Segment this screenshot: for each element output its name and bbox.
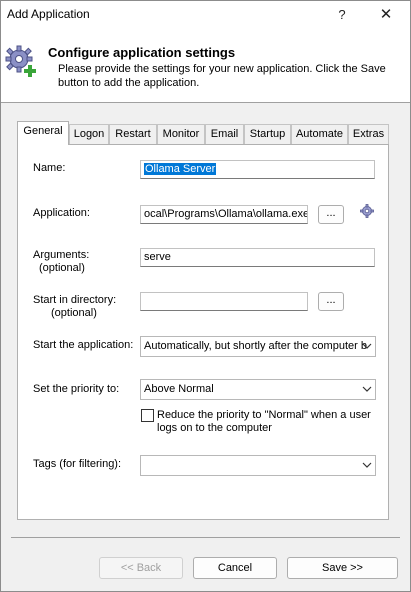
start-dir-field[interactable] <box>140 292 308 311</box>
window-title: Add Application <box>7 7 90 21</box>
start-app-value: Automatically, but shortly after the com… <box>144 340 367 352</box>
start-dir-browse-button[interactable]: ... <box>318 292 344 311</box>
arguments-optional-label: (optional) <box>39 262 85 274</box>
gear-add-icon <box>5 45 36 77</box>
reduce-priority-label: Reduce the priority to "Normal" when a u… <box>157 409 371 434</box>
start-dir-optional-label: (optional) <box>51 307 97 319</box>
reduce-priority-checkbox[interactable] <box>141 409 154 422</box>
name-field[interactable]: Ollama Server <box>140 160 375 179</box>
tags-dropdown[interactable] <box>140 455 376 476</box>
tab-logon[interactable]: Logon <box>69 124 109 144</box>
tab-monitor[interactable]: Monitor <box>157 124 205 144</box>
general-tab-panel: Name: Ollama Server Application: ocal\Pr… <box>17 144 389 520</box>
arguments-field[interactable]: serve <box>140 248 375 267</box>
header-description: Please provide the settings for your new… <box>58 63 386 89</box>
close-button[interactable]: ✕ <box>369 2 403 28</box>
tab-general[interactable]: General <box>17 121 69 145</box>
start-dir-label: Start in directory: <box>33 294 117 306</box>
application-label: Application: <box>33 207 90 219</box>
tab-automate[interactable]: Automate <box>291 124 348 144</box>
chevron-down-icon <box>362 343 372 349</box>
name-value: Ollama Server <box>144 163 217 175</box>
application-field[interactable]: ocal\Programs\Ollama\ollama.exe <box>140 205 308 224</box>
tab-startup[interactable]: Startup <box>244 124 291 144</box>
title-bar: Add Application ? ✕ <box>1 1 410 29</box>
priority-label: Set the priority to: <box>33 383 120 395</box>
help-button[interactable]: ? <box>325 2 359 28</box>
back-button[interactable]: << Back <box>99 557 183 579</box>
gear-icon[interactable] <box>360 204 374 218</box>
application-browse-button[interactable]: ... <box>318 205 344 224</box>
header-title: Configure application settings <box>48 45 236 60</box>
cancel-button[interactable]: Cancel <box>193 557 277 579</box>
chevron-down-icon <box>362 386 372 392</box>
footer-separator <box>11 537 400 538</box>
tags-label: Tags (for filtering): <box>33 458 122 470</box>
tab-extras[interactable]: Extras <box>348 124 389 144</box>
priority-dropdown[interactable]: Above Normal <box>140 379 376 400</box>
save-button[interactable]: Save >> <box>287 557 398 579</box>
start-app-label: Start the application: <box>33 339 134 351</box>
chevron-down-icon <box>362 462 372 468</box>
start-app-dropdown[interactable]: Automatically, but shortly after the com… <box>140 336 376 357</box>
header-banner: Configure application settings Please pr… <box>1 29 410 103</box>
priority-value: Above Normal <box>144 383 214 395</box>
arguments-label: Arguments: <box>33 249 90 261</box>
tab-restart[interactable]: Restart <box>109 124 157 144</box>
tab-email[interactable]: Email <box>205 124 244 144</box>
name-label: Name: <box>33 162 66 174</box>
